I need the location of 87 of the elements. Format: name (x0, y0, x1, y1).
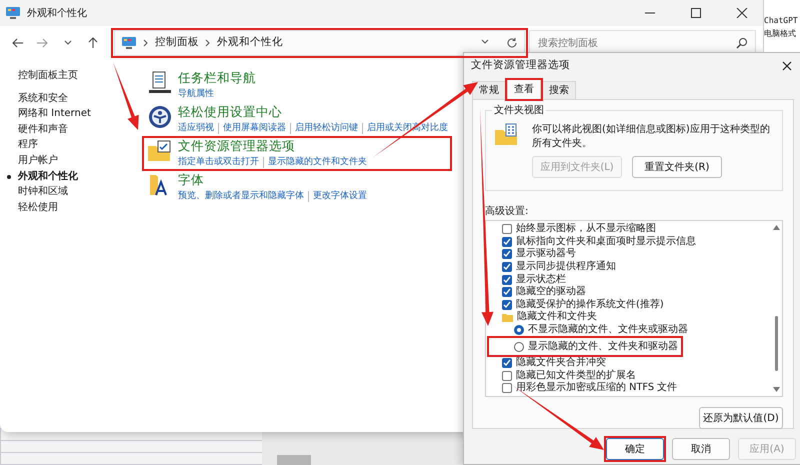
scroll-down-icon[interactable] (772, 387, 780, 392)
tab[interactable]: 常规 (472, 81, 506, 99)
category-link[interactable]: 更改字体设置 (313, 189, 367, 203)
scroll-up-icon[interactable] (772, 225, 780, 230)
category-link[interactable]: 指定单击或双击打开 (178, 155, 259, 169)
category-link[interactable]: 显示隐藏的文件和文件夹 (268, 155, 367, 169)
checkbox[interactable] (502, 287, 512, 298)
setting-label[interactable]: 显示隐藏的文件、文件夹和驱动器 (528, 340, 678, 353)
checkbox[interactable] (502, 370, 512, 381)
search-icon[interactable] (736, 37, 748, 49)
sidebar-item[interactable]: 系统和安全 (4, 90, 68, 106)
setting-label[interactable]: 不显示隐藏的文件、文件夹或驱动器 (528, 324, 688, 336)
sidebar-item[interactable]: 硬件和声音 (4, 122, 68, 138)
breadcrumb-item[interactable]: 控制面板 (155, 35, 200, 51)
checkbox[interactable] (502, 358, 512, 368)
tab[interactable]: 搜索 (542, 81, 576, 99)
sidebar-item[interactable]: 轻松使用 (4, 200, 58, 216)
checkbox[interactable] (502, 300, 512, 310)
sidebar-item[interactable]: 程序 (4, 137, 38, 153)
chevron-right-icon (143, 39, 150, 47)
category-link[interactable]: 导航属性 (178, 87, 214, 101)
breadcrumb-item[interactable]: 外观和个性化 (217, 35, 284, 51)
checkbox[interactable] (502, 262, 512, 272)
setting-label[interactable]: 用彩色显示加密或压缩的 NTFS 文件 (516, 382, 678, 394)
checkbox[interactable] (502, 383, 512, 394)
setting-label[interactable]: 显示状态栏 (516, 274, 566, 286)
back-icon[interactable] (10, 37, 23, 49)
radio-button[interactable] (514, 342, 524, 352)
background-text: ChatGPT (764, 15, 799, 27)
highlight-frame (505, 78, 543, 101)
folder-check-icon (146, 138, 172, 164)
setting-label[interactable]: 隐藏空的驱动器 (516, 286, 586, 298)
check-icon (503, 359, 511, 368)
section-label: 高级设置: (485, 205, 530, 218)
checkbox[interactable] (502, 274, 512, 285)
sidebar-item[interactable]: 时钟和区域 (4, 184, 68, 200)
taskbar-icon (146, 70, 172, 96)
restore-defaults-button[interactable]: 还原为默认值(D) (699, 407, 783, 429)
background-text: 电脑格式 (764, 28, 797, 40)
radio-button[interactable] (514, 325, 524, 336)
category-link[interactable]: 使用屏幕阅读器 (223, 121, 286, 135)
chevron-right-icon (205, 39, 212, 47)
category-link[interactable]: 预览、删除或者显示和隐藏字体 (178, 189, 304, 203)
close-icon[interactable] (782, 61, 792, 71)
control-panel-icon (5, 6, 21, 20)
highlight-frame (604, 436, 666, 462)
setting-group-label: 隐藏文件和文件夹 (517, 311, 597, 324)
category-title[interactable]: 轻松使用设置中心 (178, 104, 282, 119)
tab[interactable]: 查看 (507, 79, 541, 100)
control-panel-icon (121, 36, 138, 50)
category-title[interactable]: 任务栏和导航 (178, 70, 256, 85)
up-icon[interactable] (87, 37, 100, 49)
forward-icon[interactable] (36, 37, 48, 49)
checkbox[interactable] (502, 249, 512, 260)
checkbox[interactable] (502, 236, 512, 247)
sidebar-item[interactable]: 用户帐户 (4, 152, 58, 169)
address-bar[interactable]: 控制面板 外观和个性化 (114, 30, 526, 56)
annotation-arrow (113, 62, 139, 130)
folder-button[interactable]: 重置文件夹(R) (632, 156, 722, 178)
sidebar-item[interactable]: 控制面板主页 (4, 68, 78, 84)
dialog-title: 文件资源管理器选项 (471, 58, 570, 74)
accessibility-icon (146, 104, 172, 130)
dialog-button[interactable]: 确定 (606, 438, 664, 460)
dialog-button[interactable]: 取消 (672, 438, 730, 460)
setting-label[interactable]: 隐藏已知文件类型的扩展名 (516, 370, 636, 382)
category-link[interactable]: 适应弱视 (178, 121, 214, 135)
window-title: 外观和个性化 (27, 6, 87, 20)
refresh-icon[interactable] (506, 37, 518, 49)
setting-label[interactable]: 显示驱动器号 (516, 248, 576, 260)
setting-label[interactable]: 隐藏受保护的操作系统文件(推荐) (516, 298, 664, 311)
category-title[interactable]: 文件资源管理器选项 (178, 138, 295, 153)
setting-label[interactable]: 隐藏文件夹合并冲突 (516, 357, 606, 370)
description-text: 你可以将此视图(如详细信息或图标)应用于这种类型的所有文件夹。 (532, 123, 771, 151)
sidebar-item[interactable]: 网络和 Internet (4, 106, 91, 122)
setting-label[interactable]: 鼠标指向文件夹和桌面项时显示提示信息 (516, 236, 696, 248)
setting-label[interactable]: 显示同步提供程序通知 (516, 261, 616, 274)
close-icon[interactable] (736, 8, 748, 18)
scroll-thumb[interactable] (774, 316, 778, 371)
sidebar-item[interactable]: 外观和个性化 (4, 168, 78, 184)
category-link[interactable]: 启用轻松访问键 (295, 121, 358, 135)
setting-label[interactable]: 始终显示图标，从不显示缩略图 (516, 223, 656, 236)
folder-grid-icon (494, 123, 518, 147)
folder-icon (502, 312, 513, 322)
category-title[interactable]: 字体 (178, 172, 204, 187)
maximize-icon[interactable] (690, 8, 702, 18)
blurred-block (277, 455, 311, 465)
checkbox[interactable] (502, 224, 512, 234)
